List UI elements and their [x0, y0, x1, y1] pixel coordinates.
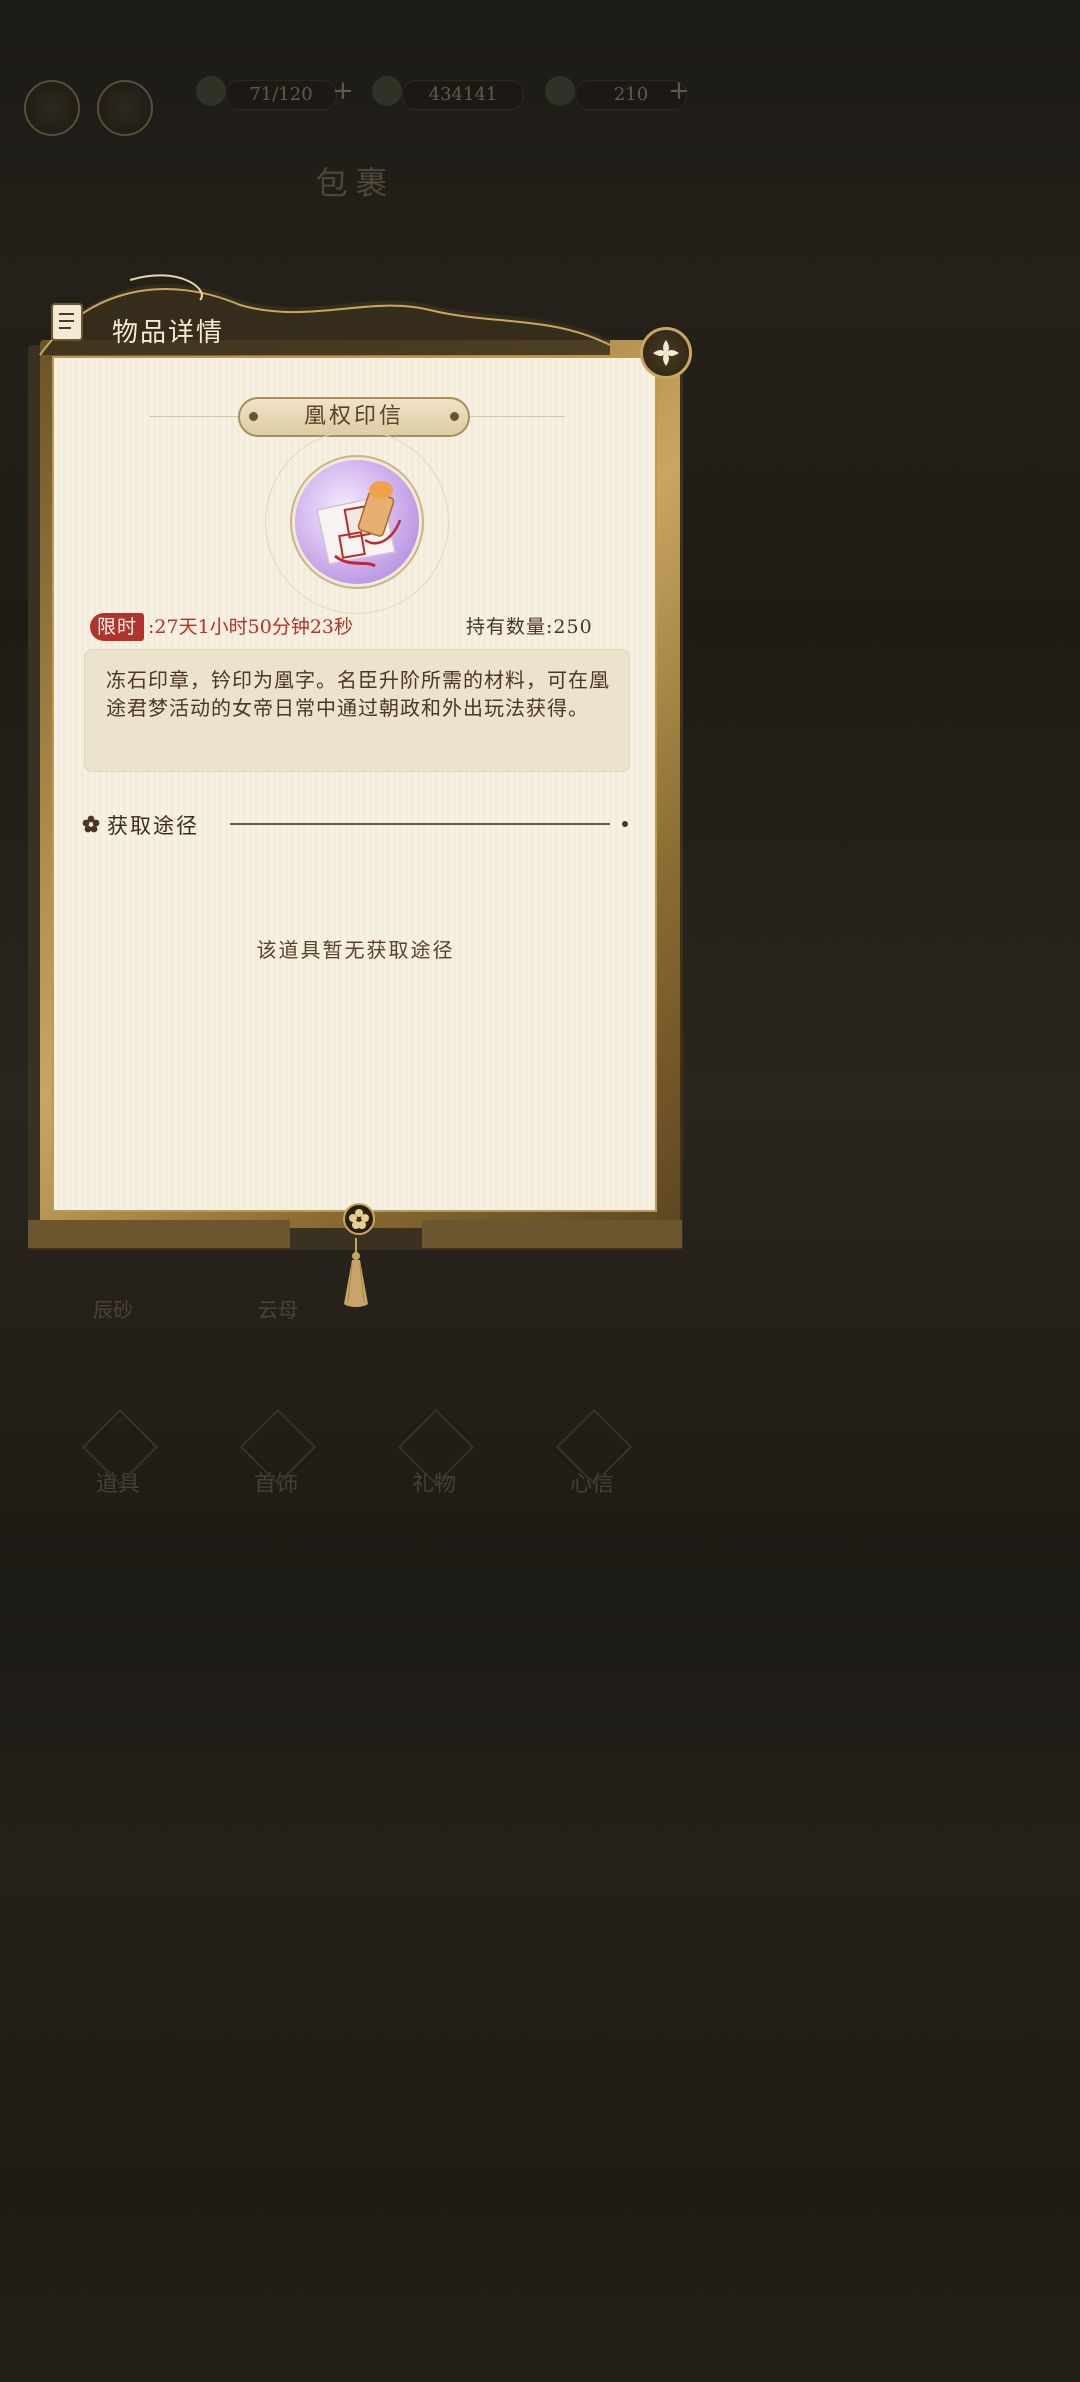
time-limit-countdown: :27天1小时50分钟23秒: [148, 616, 354, 638]
stamina-counter: 71/120: [225, 80, 337, 110]
owned-quantity: 持有数量:250: [466, 616, 593, 638]
tassel-flower-icon: [349, 1209, 369, 1229]
tassel-knot-icon: [343, 1203, 375, 1235]
name-plate-dot-left: [249, 412, 258, 421]
item-icon-background: [295, 460, 419, 584]
close-icon: [653, 340, 679, 366]
tab-jewelry[interactable]: 首饰: [226, 1420, 326, 1500]
seal-stamp-icon: [316, 481, 402, 568]
top-resource-bar: 71/120 + 434141 210 +: [0, 70, 711, 140]
palace-menu-button[interactable]: [97, 80, 153, 136]
no-acquire-path-text: 该道具暂无获取途径: [256, 938, 455, 962]
header-ribbon: [39, 274, 611, 356]
jade-icon: [545, 76, 575, 106]
moon-menu-button[interactable]: [24, 80, 80, 136]
section-divider: [230, 823, 610, 825]
leaf-icon: [196, 76, 226, 106]
item-label-cinnabar: 辰砂: [93, 1298, 133, 1322]
tab-gifts[interactable]: 礼物: [384, 1420, 484, 1500]
name-plate-dot-right: [450, 412, 459, 421]
time-limit-badge: 限时: [90, 613, 144, 641]
scroll-icon: [51, 303, 83, 341]
panel-bottom-flap-right: [422, 1220, 682, 1248]
panel-header-title: 物品详情: [112, 318, 225, 348]
section-divider-dot: [622, 821, 628, 827]
close-button[interactable]: [640, 327, 692, 379]
name-deco-line-right: [470, 416, 565, 417]
panel-bottom-flap-left: [28, 1220, 290, 1248]
tassel-icon: [344, 1238, 368, 1307]
item-label-mica: 云母: [258, 1298, 298, 1322]
acquire-section-title: 获取途径: [107, 814, 199, 838]
tab-props[interactable]: 道具: [68, 1420, 168, 1500]
add-stamina-button[interactable]: +: [332, 76, 354, 106]
coin-icon: [372, 76, 402, 106]
tab-letters[interactable]: 心信: [542, 1420, 642, 1500]
bag-title: 包裹: [315, 164, 396, 202]
item-description: 冻石印章，钤印为凰字。名臣升阶所需的材料，可在凰途君梦活动的女帝日常中通过朝政和…: [106, 668, 610, 720]
item-name: 凰权印信: [303, 404, 404, 429]
flower-bullet-icon: [82, 815, 100, 833]
add-jade-button[interactable]: +: [668, 76, 690, 106]
name-deco-line-left: [150, 416, 238, 417]
coin-counter: 434141: [402, 80, 524, 110]
